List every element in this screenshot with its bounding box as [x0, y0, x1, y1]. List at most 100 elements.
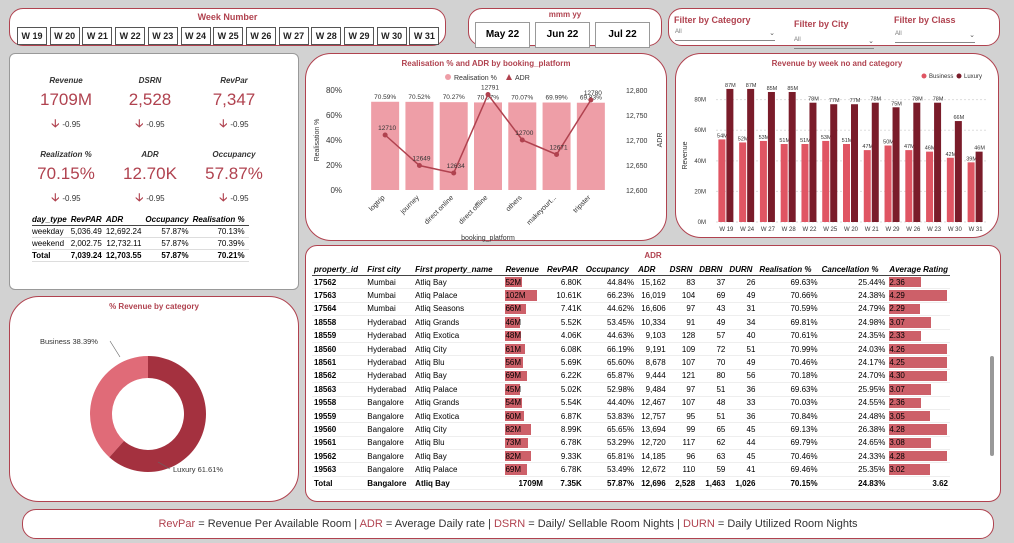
table-row[interactable]: 18558 Hyderabad Atliq Grands 46M 5.52K 53.45%… — [312, 315, 950, 330]
table-cell: 18562 — [312, 369, 366, 384]
table-row[interactable]: 18563 Hyderabad Atliq Palace 45M 5.02K 52.98%… — [312, 382, 950, 397]
table-cell: 45 — [727, 422, 758, 437]
table-cell: 59 — [697, 462, 728, 477]
day-type-table: day_type RevPAR ADR Occupancy Realisation % … — [32, 214, 249, 262]
table-row[interactable]: 18560 Hyderabad Atliq City 61M 6.08K 66.19% 9,… — [312, 342, 950, 357]
day-type-header: day_type — [32, 214, 71, 226]
table-cell: 80 — [697, 369, 728, 384]
x-tick-label: W 27 — [761, 227, 776, 233]
table-row: weekday 5,036.49 12,692.24 57.87% 70.13% — [32, 225, 249, 238]
property-header[interactable]: Occupancy — [583, 264, 637, 276]
property-header[interactable]: ADR — [636, 264, 668, 276]
property-header[interactable]: Realisation % — [757, 264, 820, 276]
table-row[interactable]: 18561 Hyderabad Atliq Blu 56M 5.69K 65.60% 8,6… — [312, 355, 950, 370]
table-scrollbar[interactable] — [990, 356, 994, 456]
arrow-down-icon: 🡣 — [219, 192, 231, 204]
revenue-value: 48M — [505, 331, 522, 341]
week-button-5[interactable]: W 24 — [180, 27, 211, 45]
table-cell: 4.26 — [887, 342, 950, 357]
revenue-bar-luxury — [892, 107, 900, 222]
table-cell: 25.95% — [819, 382, 888, 397]
table-cell: Atliq Blu — [413, 355, 504, 370]
table-cell: 49 — [727, 355, 758, 370]
property-header[interactable]: First property_name — [413, 264, 504, 276]
table-cell: 36 — [727, 382, 758, 397]
day-type-header: RevPAR — [70, 214, 106, 226]
week-button-6[interactable]: W 25 — [213, 27, 244, 45]
week-button-11[interactable]: W 30 — [376, 27, 407, 45]
table-cell: 117 — [667, 436, 698, 451]
week-button-0[interactable]: W 19 — [17, 27, 47, 45]
table-cell: 43 — [697, 302, 728, 317]
week-button-9[interactable]: W 28 — [311, 27, 342, 45]
property-header[interactable]: Cancellation % — [819, 264, 888, 276]
rating-value: 3.07 — [889, 317, 905, 327]
adr-data-label: 12649 — [412, 156, 430, 163]
property-header[interactable]: Average Rating — [887, 264, 950, 276]
month-button-may[interactable]: May 22 — [475, 22, 530, 48]
week-button-1[interactable]: W 20 — [49, 27, 80, 45]
table-cell: 24.98% — [819, 315, 888, 330]
table-cell: 12,732.11 — [105, 237, 146, 250]
filter-class-value: All — [895, 31, 902, 37]
y-tick-label: 40M — [694, 159, 706, 165]
week-button-10[interactable]: W 29 — [344, 27, 374, 45]
table-row[interactable]: 17564 Mumbai Atliq Seasons 66M 7.41K 44.62% 16… — [312, 302, 950, 317]
kpi-delta-value: -0.95 — [146, 120, 165, 129]
property-header[interactable]: RevPAR — [544, 264, 584, 276]
table-row[interactable]: 19560 Bangalore Atliq City 82M 8.99K 65.65% 13… — [312, 422, 950, 437]
table-row[interactable]: 19558 Bangalore Atliq Grands 54M 5.54K 44.40%… — [312, 396, 950, 410]
x-axis-title: booking_platform — [461, 235, 515, 242]
revenue-bar-luxury — [747, 88, 755, 222]
total-cell: Bangalore — [365, 475, 414, 491]
table-row[interactable]: 19559 Bangalore Atliq Exotica 60M 6.87K 53.83… — [312, 409, 950, 424]
table-row[interactable]: 19562 Bangalore Atliq Bay 82M 9.33K 65.81% 14,… — [312, 449, 950, 464]
table-cell: Atliq Grands — [413, 315, 504, 330]
arrow-down-icon: 🡣 — [135, 118, 147, 130]
table-cell: 34 — [727, 315, 758, 330]
filter-category-dropdown[interactable]: All ⌄ — [675, 29, 775, 41]
table-row[interactable]: 18559 Hyderabad Atliq Exotica 48M 4.06K 44.63… — [312, 329, 950, 343]
table-cell: 66.19% — [583, 342, 637, 357]
table-cell: Bangalore — [365, 409, 414, 424]
property-header[interactable]: DSRN — [667, 264, 698, 276]
table-row[interactable]: 17563 Mumbai Atliq Palace 102M 10.61K 66.23% 1… — [312, 288, 950, 303]
table-row[interactable]: 19563 Bangalore Atliq Palace 69M 6.78K 53.49%… — [312, 462, 950, 477]
table-row[interactable]: 19561 Bangalore Atliq Blu 73M 6.78K 53.29% 12,… — [312, 436, 950, 451]
table-row[interactable]: 18562 Hyderabad Atliq Bay 69M 6.22K 65.87% 9,4… — [312, 369, 950, 384]
realisation-data-label: 70.59% — [374, 94, 396, 101]
table-cell: 60M — [503, 409, 545, 424]
table-cell: 109 — [667, 342, 698, 357]
filter-city-dropdown[interactable]: All ⌄ — [794, 37, 874, 49]
week-button-8[interactable]: W 27 — [278, 27, 309, 45]
donut-svg: Business 38.39% Luxury 61.61% — [40, 337, 223, 474]
week-button-7[interactable]: W 26 — [245, 27, 276, 45]
property-header[interactable]: DBRN — [697, 264, 728, 276]
week-button-3[interactable]: W 22 — [115, 27, 146, 45]
property-header[interactable]: Revenue — [503, 264, 545, 276]
month-button-jul[interactable]: Jul 22 — [595, 22, 650, 48]
y2-tick-label: 12,800 — [626, 88, 648, 95]
property-header[interactable]: property_id — [312, 264, 366, 276]
kpi-value: 2,528 — [128, 90, 172, 109]
table-cell: 53.49% — [583, 462, 637, 477]
property-header[interactable]: DURN — [727, 264, 758, 276]
property-header[interactable]: First city — [365, 264, 414, 276]
revenue-data-label: 87M — [746, 83, 757, 89]
revenue-data-label: 66M — [953, 115, 964, 121]
table-cell: 70.21% — [192, 249, 249, 262]
table-cell: 44.63% — [583, 329, 637, 343]
table-cell: Atliq City — [413, 342, 504, 357]
week-button-12[interactable]: W 31 — [409, 27, 440, 45]
filter-class-dropdown[interactable]: All ⌄ — [895, 31, 975, 43]
table-row[interactable]: 17562 Mumbai Atliq Bay 52M 6.80K 44.84% 15,162… — [312, 275, 950, 290]
revenue-data-label: 46M — [974, 146, 985, 152]
month-button-jun[interactable]: Jun 22 — [535, 22, 590, 48]
table-cell: 70.99% — [757, 342, 820, 357]
table-cell: 65.87% — [583, 369, 637, 384]
week-button-2[interactable]: W 21 — [82, 27, 113, 45]
table-cell: 24.65% — [819, 436, 888, 451]
week-button-4[interactable]: W 23 — [147, 27, 178, 45]
table-cell: 69.79% — [757, 436, 820, 451]
table-cell: 70.03% — [757, 396, 820, 410]
